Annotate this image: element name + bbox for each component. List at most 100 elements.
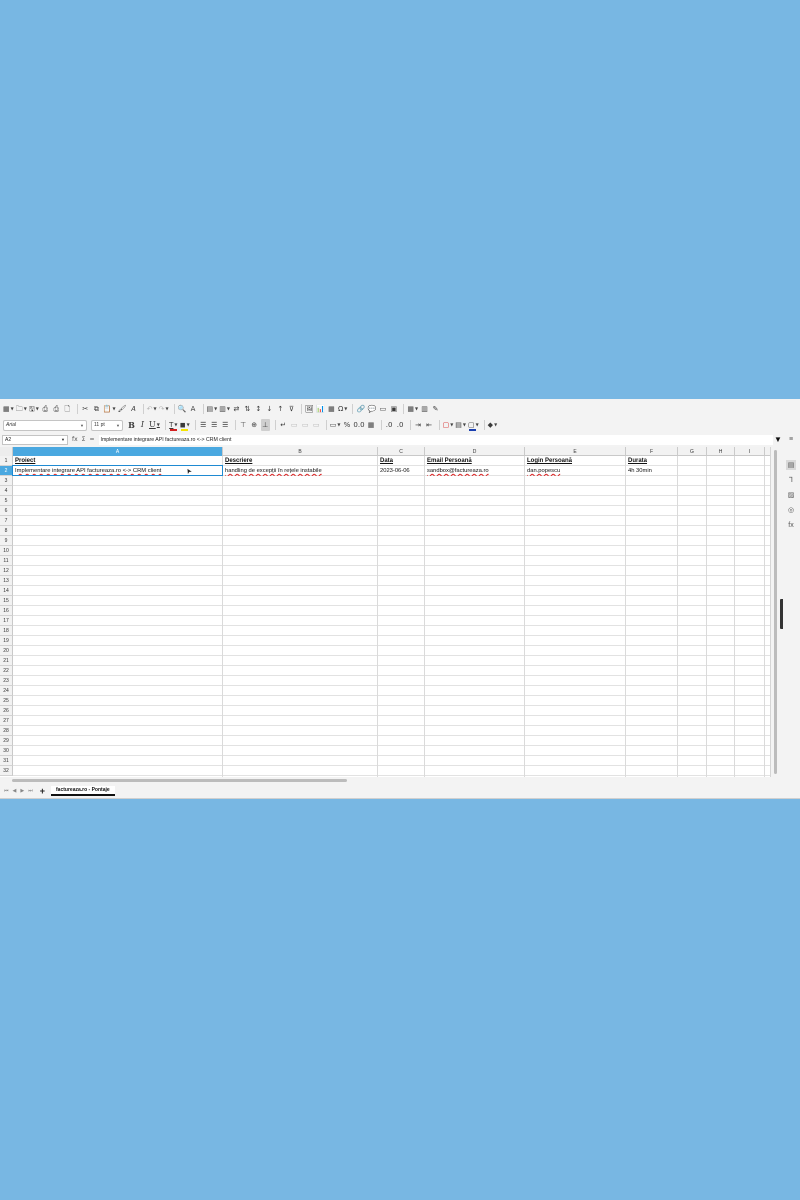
vertical-scroll-thumb[interactable] bbox=[774, 450, 777, 774]
column-header-f[interactable]: F bbox=[626, 447, 678, 456]
insert-rows-icon[interactable]: ⇄ bbox=[232, 403, 241, 415]
chevron-down-icon[interactable]: ▼ bbox=[415, 407, 418, 411]
sort-icon[interactable]: ↕ bbox=[254, 403, 263, 415]
row-header-3[interactable]: 3 bbox=[0, 476, 13, 486]
chevron-down-icon[interactable]: ▼ bbox=[214, 407, 217, 411]
menu-icon[interactable]: ≡ bbox=[786, 434, 796, 444]
open-icon[interactable]: 🗀 ▼ bbox=[16, 403, 27, 415]
properties-icon[interactable]: ▤ bbox=[786, 460, 796, 470]
redo-icon[interactable]: ↷ ▼ bbox=[159, 403, 169, 415]
row-header-30[interactable]: 30 bbox=[0, 746, 13, 756]
row-header-4[interactable]: 4 bbox=[0, 486, 13, 496]
header-cell-c[interactable]: Data bbox=[379, 456, 424, 466]
row-header-14[interactable]: 14 bbox=[0, 586, 13, 596]
next-sheet-icon[interactable]: ▶ bbox=[20, 788, 24, 794]
special-character-icon[interactable]: Ω ▼ bbox=[338, 403, 347, 415]
chevron-down-icon[interactable]: ▼ bbox=[80, 423, 84, 428]
formula-icon[interactable]: = bbox=[89, 436, 94, 443]
undo-icon[interactable]: ↶ ▼ bbox=[147, 403, 157, 415]
gallery-icon[interactable]: ▨ bbox=[786, 490, 796, 500]
horizontal-scroll-thumb[interactable] bbox=[12, 779, 347, 782]
row-header-7[interactable]: 7 bbox=[0, 516, 13, 526]
chart-icon[interactable]: 📊 bbox=[316, 403, 325, 415]
row-header-28[interactable]: 28 bbox=[0, 726, 13, 736]
data-cell-f2[interactable]: 4h 30min bbox=[627, 466, 677, 476]
row-header-10[interactable]: 10 bbox=[0, 546, 13, 556]
clone-formatting-icon[interactable]: 🖌 bbox=[118, 403, 127, 415]
clear-formatting-icon[interactable]: 𝐴 bbox=[129, 403, 138, 415]
underline-button[interactable]: U ▼ bbox=[149, 419, 160, 431]
column-icon[interactable]: ▥ ▼ bbox=[219, 403, 230, 415]
split-window-icon[interactable]: ▥ bbox=[420, 403, 429, 415]
decrease-indent-icon[interactable]: ⇤ bbox=[425, 419, 434, 431]
add-sheet-icon[interactable]: + bbox=[40, 786, 45, 796]
freeze-icon[interactable]: ▦ ▼ bbox=[407, 403, 418, 415]
new-spreadsheet-icon[interactable]: ▦ ▼ bbox=[3, 403, 14, 415]
row-header-23[interactable]: 23 bbox=[0, 676, 13, 686]
align-top-icon[interactable]: ⊤ bbox=[239, 419, 248, 431]
chevron-down-icon[interactable]: ▼ bbox=[24, 407, 27, 411]
font-name-box[interactable]: Arial ▼ bbox=[3, 419, 87, 431]
row-header-1[interactable]: 1 bbox=[0, 456, 13, 466]
sort-asc-icon[interactable]: ↓ bbox=[265, 403, 274, 415]
row-header-25[interactable]: 25 bbox=[0, 696, 13, 706]
sum-icon[interactable]: Σ bbox=[82, 436, 86, 443]
percent-format-icon[interactable]: % bbox=[342, 419, 351, 431]
add-decimal-icon[interactable]: .0 bbox=[385, 419, 394, 431]
merge-cells-icon[interactable]: ▭ bbox=[290, 419, 299, 431]
autofilter-icon[interactable]: ⊽ bbox=[287, 403, 296, 415]
unmerge-cells-icon[interactable]: ▭ bbox=[301, 419, 310, 431]
data-cell-b2[interactable]: handling de excepții în rețele instabile bbox=[224, 466, 377, 476]
last-sheet-icon[interactable]: ⏭ bbox=[28, 788, 33, 794]
save-icon[interactable]: 🖫 ▼ bbox=[29, 403, 39, 415]
header-cell-f[interactable]: Durata bbox=[627, 456, 677, 466]
row-header-6[interactable]: 6 bbox=[0, 506, 13, 516]
row-header-13[interactable]: 13 bbox=[0, 576, 13, 586]
row-icon[interactable]: ▤ ▼ bbox=[207, 403, 218, 415]
row-header-24[interactable]: 24 bbox=[0, 686, 13, 696]
delete-decimal-icon[interactable]: .0 bbox=[396, 419, 405, 431]
column-header-b[interactable]: B bbox=[223, 447, 378, 456]
copy-icon[interactable]: ⧉ bbox=[92, 403, 101, 415]
merge-center-icon[interactable]: ▭ bbox=[312, 419, 321, 431]
styles-icon[interactable]: Ꞁ bbox=[786, 475, 796, 485]
increase-indent-icon[interactable]: ⇥ bbox=[414, 419, 423, 431]
define-print-area-icon[interactable]: ▣ bbox=[389, 403, 398, 415]
chevron-down-icon[interactable]: ▼ bbox=[227, 407, 230, 411]
align-center-icon[interactable]: ☰ bbox=[210, 419, 219, 431]
align-right-icon[interactable]: ☰ bbox=[221, 419, 230, 431]
borders-icon[interactable]: ▢ ▼ bbox=[443, 419, 454, 431]
currency-format-icon[interactable]: ▭ ▼ bbox=[330, 419, 341, 431]
spreadsheet-grid[interactable]: ABCDEFGHI 1 2 3 4 5 6 7 8 9 10 11 12 13 14 15 16 17 18 19 2… bbox=[0, 447, 770, 777]
row-header-21[interactable]: 21 bbox=[0, 656, 13, 666]
font-color-button[interactable]: T ▼ bbox=[169, 419, 178, 431]
data-cell-e2[interactable]: dan.popescu bbox=[526, 466, 625, 476]
row-header-5[interactable]: 5 bbox=[0, 496, 13, 506]
row-header-19[interactable]: 19 bbox=[0, 636, 13, 646]
row-header-20[interactable]: 20 bbox=[0, 646, 13, 656]
expand-formula-bar-icon[interactable]: ▼ bbox=[773, 435, 783, 445]
sort-desc-icon[interactable]: ↑ bbox=[276, 403, 285, 415]
align-middle-icon[interactable]: ⊕ bbox=[250, 419, 259, 431]
align-left-icon[interactable]: ☰ bbox=[199, 419, 208, 431]
chevron-down-icon[interactable]: ▼ bbox=[344, 407, 347, 411]
row-header-18[interactable]: 18 bbox=[0, 626, 13, 636]
find-replace-icon[interactable]: 🔍 bbox=[178, 403, 187, 415]
border-color-button[interactable]: ▢ ▼ bbox=[468, 419, 479, 431]
cut-icon[interactable]: ✂ bbox=[81, 403, 90, 415]
comment-icon[interactable]: 💬 bbox=[367, 403, 377, 415]
column-header-i[interactable]: I bbox=[735, 447, 765, 456]
row-header-29[interactable]: 29 bbox=[0, 736, 13, 746]
border-style-icon[interactable]: ▤ ▼ bbox=[455, 419, 466, 431]
chevron-down-icon[interactable]: ▼ bbox=[113, 407, 116, 411]
header-cell-a[interactable]: Proiect bbox=[14, 456, 222, 466]
name-box[interactable]: A2 ▼ bbox=[2, 434, 68, 445]
row-header-27[interactable]: 27 bbox=[0, 716, 13, 726]
show-draw-functions-icon[interactable]: ✎ bbox=[431, 403, 440, 415]
paste-icon[interactable]: 📋 ▼ bbox=[103, 403, 116, 415]
wrap-text-icon[interactable]: ↵ bbox=[279, 419, 288, 431]
row-header-17[interactable]: 17 bbox=[0, 616, 13, 626]
formula-input[interactable]: Implementare integrare API factureaza.ro… bbox=[98, 434, 773, 445]
column-header-a[interactable]: A bbox=[13, 447, 223, 456]
function-wizard-icon[interactable]: fx bbox=[72, 436, 78, 443]
